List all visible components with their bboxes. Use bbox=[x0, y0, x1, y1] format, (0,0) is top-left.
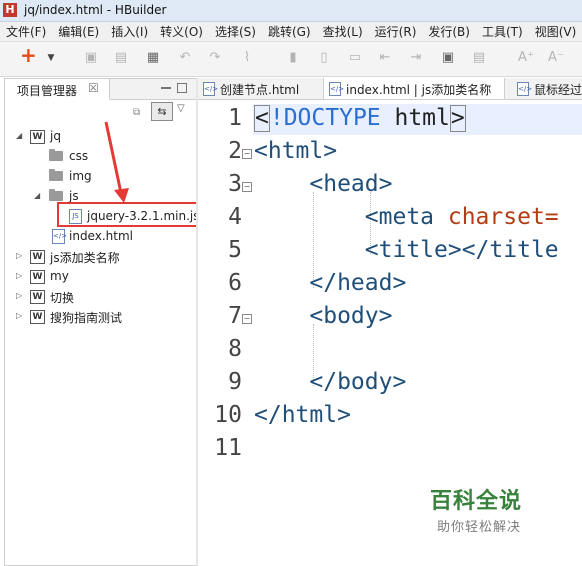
tab-create-node[interactable]: </> 创建节点.html bbox=[198, 78, 324, 99]
line-number: 11 bbox=[214, 435, 242, 461]
line-number: 6 bbox=[228, 270, 242, 296]
charset-attr: charset= bbox=[434, 204, 559, 230]
code-line-9: </body> bbox=[254, 369, 407, 395]
line-number-gutter: 1 2 3 4 5 6 7 8 9 10 11 − − − bbox=[198, 100, 253, 566]
doctype-value: html bbox=[380, 105, 450, 131]
watermark-logo: 百科全说 助你轻松解决 bbox=[410, 470, 556, 542]
line-number: 10 bbox=[214, 402, 242, 428]
code-line-6: </head> bbox=[254, 270, 407, 296]
line-number: 9 bbox=[228, 369, 242, 395]
line-number: 4 bbox=[228, 204, 242, 230]
html-file-icon: </> bbox=[203, 82, 218, 96]
line-number: 3 bbox=[228, 171, 242, 197]
tab-mouse-over[interactable]: </> 鼠标经过 bbox=[512, 78, 582, 99]
code-line-3: <head> bbox=[254, 171, 393, 197]
line-number: 8 bbox=[228, 336, 242, 362]
line-number: 5 bbox=[228, 237, 242, 263]
tab-label: 鼠标经过 bbox=[534, 83, 582, 97]
bracket: > bbox=[449, 105, 466, 132]
watermark-subtitle: 助你轻松解决 bbox=[437, 520, 522, 535]
html-file-icon: </> bbox=[517, 82, 532, 96]
meta-tag: <meta bbox=[254, 204, 435, 230]
code-line-4: <meta charset= bbox=[254, 204, 559, 230]
html-file-icon: </> bbox=[329, 82, 344, 96]
fold-toggle-icon[interactable]: − bbox=[242, 182, 252, 192]
bracket: < bbox=[254, 105, 270, 132]
tab-label: 创建节点.html bbox=[220, 83, 300, 97]
line-number: 7 bbox=[228, 303, 242, 329]
tab-label: index.html | js添加类名称 bbox=[346, 83, 492, 97]
fold-toggle-icon[interactable]: − bbox=[242, 149, 252, 159]
tab-index-html[interactable]: </> index.html | js添加类名称 bbox=[324, 78, 505, 99]
doctype-keyword: !DOCTYPE bbox=[269, 105, 381, 131]
line-number: 1 bbox=[228, 105, 242, 131]
fold-toggle-icon[interactable]: − bbox=[242, 314, 252, 324]
editor-tab-bar: </> 创建节点.html </> index.html | js添加类名称 <… bbox=[198, 78, 582, 100]
code-line-10: </html> bbox=[254, 402, 351, 428]
code-line-1: <!DOCTYPE html> bbox=[254, 105, 466, 132]
code-line-7: <body> bbox=[254, 303, 393, 329]
code-line-5: <title></title bbox=[254, 237, 559, 263]
code-line-2: <html> bbox=[254, 138, 338, 164]
watermark-title: 百科全说 bbox=[430, 489, 523, 514]
line-number: 2 bbox=[228, 138, 242, 164]
